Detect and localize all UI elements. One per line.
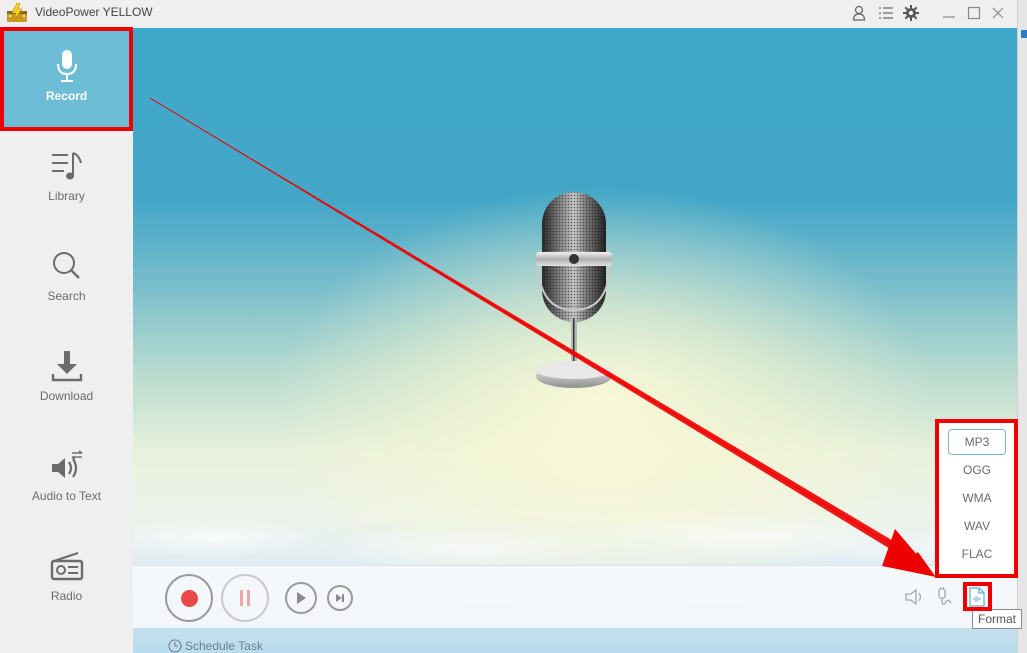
format-tooltip: Format <box>972 609 1023 629</box>
cloud-background <box>133 468 1017 578</box>
skip-next-button[interactable] <box>327 585 353 611</box>
radio-icon <box>47 548 87 584</box>
format-option-flac[interactable]: FLAC <box>948 541 1006 567</box>
playback-control-bar <box>133 565 1017 628</box>
skip-next-icon <box>336 594 344 602</box>
record-button[interactable] <box>165 574 213 622</box>
download-icon <box>47 348 87 384</box>
sidebar-item-library[interactable]: Library <box>0 128 133 228</box>
sidebar-item-label: Radio <box>50 589 83 603</box>
maximize-icon[interactable] <box>965 4 983 22</box>
menu-list-icon[interactable] <box>877 4 895 22</box>
app-title: VideoPower YELLOW <box>35 5 153 19</box>
sidebar-item-label: Search <box>47 289 86 303</box>
schedule-task-link[interactable]: Schedule Task <box>168 639 263 653</box>
sidebar-item-search[interactable]: Search <box>0 228 133 328</box>
sidebar-item-label: Download <box>39 389 94 403</box>
sidebar-item-download[interactable]: Download <box>0 328 133 428</box>
gear-icon[interactable] <box>902 4 920 22</box>
title-bar: VideoPower YELLOW <box>0 0 1017 28</box>
clock-icon <box>168 639 182 653</box>
format-option-ogg[interactable]: OGG <box>948 457 1006 483</box>
speaker-volume-icon[interactable] <box>904 586 926 608</box>
schedule-task-label: Schedule Task <box>185 639 263 653</box>
search-icon <box>47 248 87 284</box>
app-window: VideoPower YELLOW Record Library Search … <box>0 0 1027 653</box>
format-dropdown-menu: MP3 OGG WMA WAV FLAC <box>939 423 1014 574</box>
microphone-input-icon[interactable] <box>933 586 955 608</box>
minimize-icon[interactable] <box>940 4 958 22</box>
format-option-wma[interactable]: WMA <box>948 485 1006 511</box>
sidebar-item-radio[interactable]: Radio <box>0 528 133 628</box>
record-dot-icon <box>180 589 198 607</box>
microphone-illustration <box>536 192 612 388</box>
format-option-wav[interactable]: WAV <box>948 513 1006 539</box>
pause-icon <box>240 590 250 606</box>
microphone-icon <box>47 48 87 84</box>
sidebar-item-audio-to-text[interactable]: Audio to Text <box>0 428 133 528</box>
app-logo-icon <box>7 3 27 22</box>
play-icon <box>297 592 306 604</box>
sidebar: Record Library Search Download Audio to <box>0 28 133 653</box>
record-panel <box>133 28 1017 653</box>
speaker-convert-icon <box>47 448 87 484</box>
sidebar-item-label: Audio to Text <box>31 489 102 503</box>
format-file-icon[interactable] <box>966 586 988 608</box>
pause-button[interactable] <box>221 574 269 622</box>
sidebar-item-label: Record <box>45 89 88 103</box>
close-icon[interactable] <box>989 4 1007 22</box>
play-button[interactable] <box>285 582 317 614</box>
user-icon[interactable] <box>850 4 868 22</box>
window-edge <box>1017 0 1027 653</box>
format-option-mp3[interactable]: MP3 <box>948 429 1006 455</box>
music-list-icon <box>47 148 87 184</box>
sidebar-item-record[interactable]: Record <box>0 28 133 128</box>
sidebar-item-label: Library <box>48 189 85 203</box>
